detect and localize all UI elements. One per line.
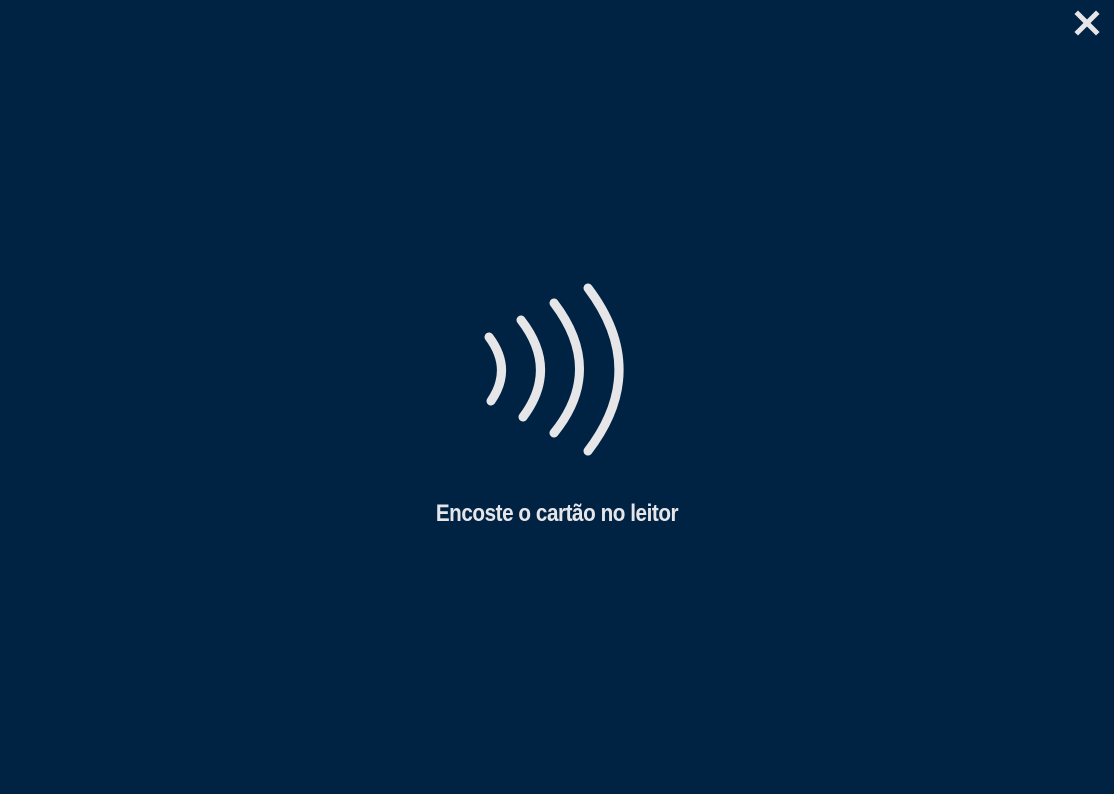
close-button[interactable] (1074, 10, 1100, 36)
instruction-text: Encoste o cartão no leitor (435, 500, 679, 527)
contactless-wave-1 (484, 332, 506, 406)
close-icon[interactable] (1074, 10, 1100, 36)
contactless-wave-4 (583, 283, 624, 456)
contactless-icon (480, 280, 635, 462)
contactless-wave-2 (516, 315, 545, 422)
payment-card-prompt-screen: Encoste o cartão no leitor (0, 0, 1114, 794)
contactless-wave-3 (549, 298, 584, 438)
